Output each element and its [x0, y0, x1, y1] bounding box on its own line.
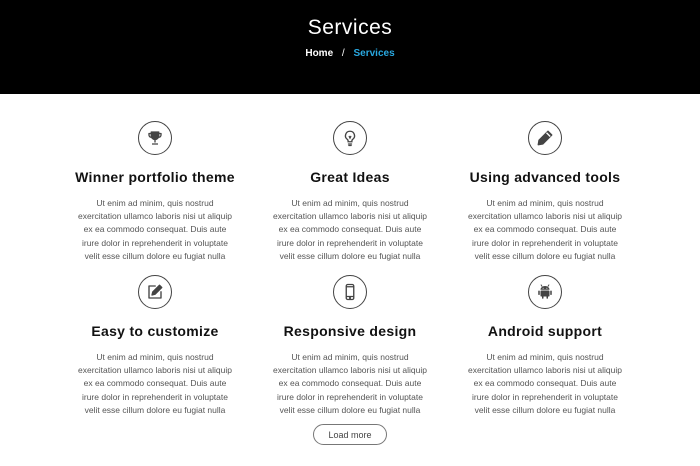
lightbulb-icon	[333, 121, 367, 155]
service-title: Winner portfolio theme	[75, 169, 235, 185]
services-grid: Winner portfolio theme Ut enim ad minim,…	[0, 94, 700, 466]
trophy-icon	[138, 121, 172, 155]
service-description: Ut enim ad minim, quis nostrud exercitat…	[467, 198, 623, 261]
service-description: Ut enim ad minim, quis nostrud exercitat…	[77, 198, 233, 261]
service-title: Responsive design	[283, 323, 417, 339]
android-icon	[528, 275, 562, 309]
service-title: Great Ideas	[310, 169, 390, 185]
service-description: Ut enim ad minim, quis nostrud exercitat…	[272, 352, 428, 415]
service-card-easy-customize: Easy to customize Ut enim ad minim, quis…	[50, 275, 260, 417]
pencil-icon	[528, 121, 562, 155]
breadcrumb-home-link[interactable]: Home	[305, 48, 333, 59]
service-description: Ut enim ad minim, quis nostrud exercitat…	[467, 352, 623, 415]
service-title: Using advanced tools	[469, 169, 621, 185]
service-card-android-support: Android support Ut enim ad minim, quis n…	[440, 275, 650, 417]
service-card-responsive-design: Responsive design Ut enim ad minim, quis…	[245, 275, 455, 417]
breadcrumb-current: Services	[353, 48, 395, 59]
load-more-button[interactable]: Load more	[313, 424, 387, 445]
edit-icon	[138, 275, 172, 309]
service-card-great-ideas: Great Ideas Ut enim ad minim, quis nostr…	[245, 121, 455, 263]
breadcrumb-separator: /	[341, 48, 345, 59]
service-card-winner-portfolio: Winner portfolio theme Ut enim ad minim,…	[50, 121, 260, 263]
service-description: Ut enim ad minim, quis nostrud exercitat…	[272, 198, 428, 261]
service-title: Android support	[487, 323, 603, 339]
page-header: Services Home / Services	[0, 0, 700, 94]
mobile-phone-icon	[333, 275, 367, 309]
service-description: Ut enim ad minim, quis nostrud exercitat…	[77, 352, 233, 415]
breadcrumb: Home / Services	[0, 48, 700, 60]
page-title: Services	[307, 16, 393, 39]
service-card-advanced-tools: Using advanced tools Ut enim ad minim, q…	[440, 121, 650, 263]
service-title: Easy to customize	[91, 323, 219, 339]
